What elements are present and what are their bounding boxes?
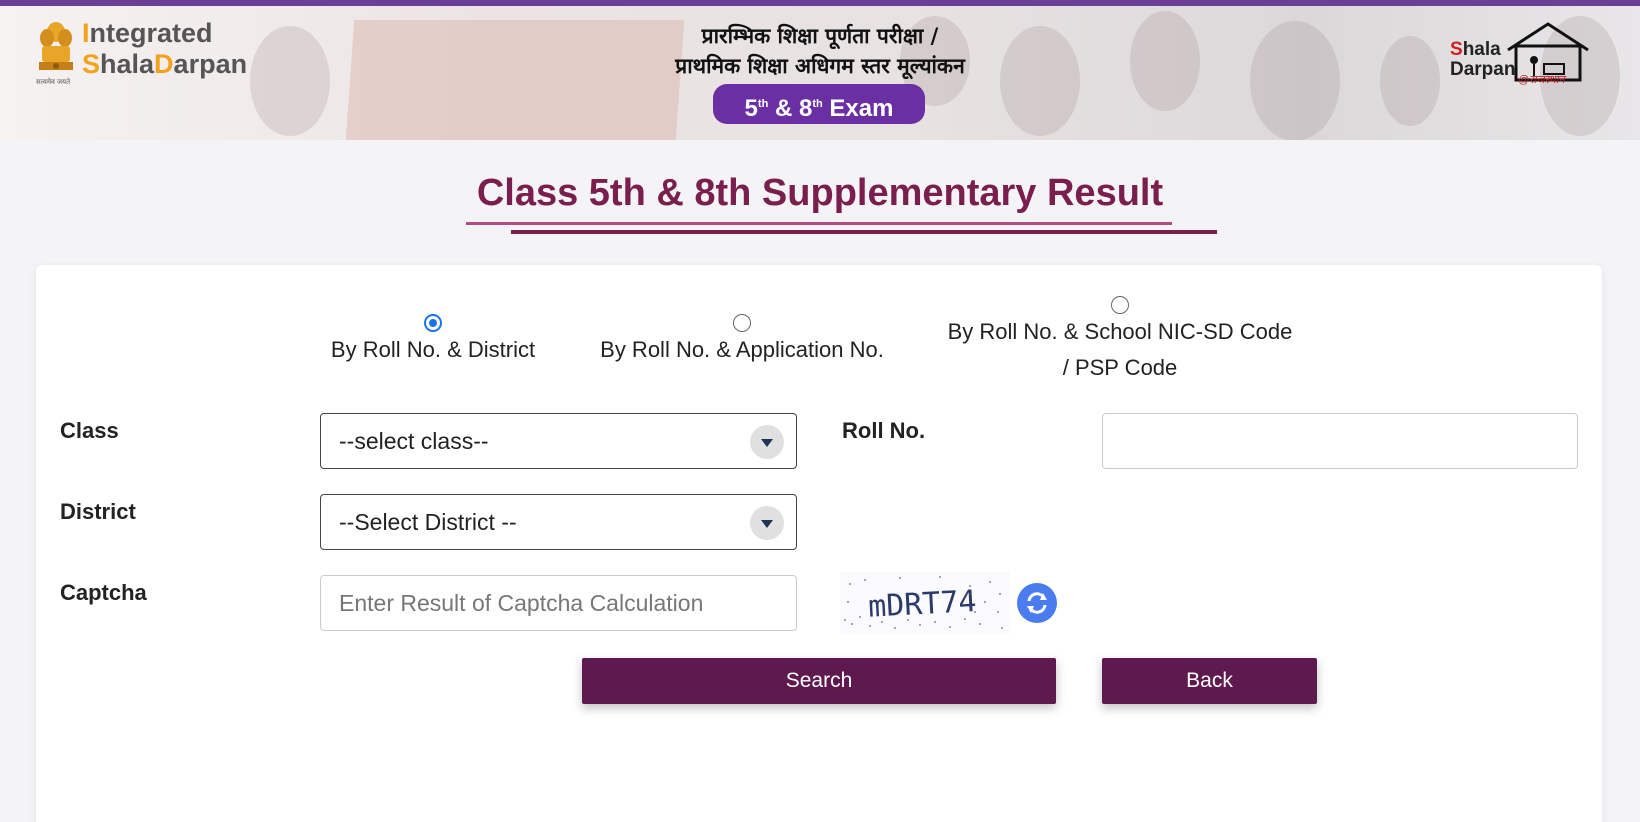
radio-label-roll-school-code-line1: By Roll No. & School NIC-SD Code xyxy=(947,319,1293,344)
header-hindi-line2: प्राथमिक शिक्षा अधिगम स्तर मूल्यांकन xyxy=(675,54,965,78)
background-person xyxy=(1380,36,1440,126)
chevron-down-icon[interactable] xyxy=(750,506,784,540)
captcha-text: mDRT74 xyxy=(867,584,977,625)
shala-darpan-subtitle: @राजस्थान xyxy=(1518,74,1565,86)
radio-option-roll-school-code[interactable]: By Roll No. & School NIC-SD Code / PSP C… xyxy=(928,296,1312,386)
district-select[interactable]: --Select District -- xyxy=(320,494,797,550)
district-select-value: --Select District -- xyxy=(339,509,517,535)
title-underline xyxy=(466,222,1172,225)
brand-initial-i: I xyxy=(82,18,90,48)
refresh-icon[interactable] xyxy=(1017,583,1057,623)
class-select-value: --select class-- xyxy=(339,428,489,454)
emblem-icon xyxy=(39,22,73,70)
search-button[interactable]: Search xyxy=(582,658,1056,704)
exam-sup-2: th xyxy=(812,98,823,110)
exam-amp: & xyxy=(774,95,793,122)
radio-label-roll-school-code-line2: / PSP Code xyxy=(1062,355,1178,380)
class-select[interactable]: --select class-- xyxy=(320,413,797,469)
title-underline-secondary xyxy=(511,230,1217,234)
chevron-down-icon[interactable] xyxy=(750,425,784,459)
radio-button-roll-application[interactable] xyxy=(733,314,751,332)
exam-word: Exam xyxy=(829,95,894,122)
exam-sup-1: th xyxy=(757,98,769,110)
background-person xyxy=(1250,21,1340,140)
brand-logo-text: Integrated ShalaDarpan xyxy=(82,18,247,80)
roll-no-input[interactable] xyxy=(1102,413,1578,469)
roll-no-label: Roll No. xyxy=(842,418,926,443)
captcha-input[interactable]: Enter Result of Captcha Calculation xyxy=(320,575,797,631)
brand-line1: ntegrated xyxy=(89,18,213,48)
captcha-label: Captcha xyxy=(60,580,147,605)
emblem-caption: सत्यमेव जयते xyxy=(36,79,71,86)
page-title: Class 5th & 8th Supplementary Result xyxy=(476,172,1164,214)
radio-button-roll-school-code[interactable] xyxy=(1111,296,1129,314)
brand-initial-d: D xyxy=(154,49,174,79)
brand-initial-s: S xyxy=(82,49,101,79)
refresh-captcha-button[interactable] xyxy=(1017,583,1057,623)
radio-label-roll-district: By Roll No. & District xyxy=(330,337,536,362)
back-button[interactable]: Back xyxy=(1102,658,1317,704)
brand-line2a: hala xyxy=(100,49,155,79)
class-label: Class xyxy=(60,418,119,443)
district-label: District xyxy=(60,499,136,524)
radio-option-roll-application[interactable]: By Roll No. & Application No. xyxy=(582,314,902,368)
shala-darpan-logo-text: Shala Darpan xyxy=(1450,40,1515,80)
background-person xyxy=(250,26,330,136)
radio-option-roll-district[interactable]: By Roll No. & District xyxy=(318,314,548,368)
exam-num-8: 8 xyxy=(798,95,813,122)
shala-rest: hala xyxy=(1462,39,1501,60)
captcha-image: mDRT74 xyxy=(840,572,1010,634)
header-hindi-line1: प्रारम्भिक शिक्षा पूर्णता परीक्षा / xyxy=(701,24,939,48)
radio-label-roll-application: By Roll No. & Application No. xyxy=(600,337,884,362)
shala-initial: S xyxy=(1450,39,1463,60)
exam-badge: 5th & 8th Exam xyxy=(713,84,925,124)
radio-button-roll-district[interactable] xyxy=(424,314,442,332)
brand-line2b: arpan xyxy=(173,49,248,79)
background-person xyxy=(1130,11,1200,111)
shala-darpan-word: Darpan xyxy=(1450,59,1516,80)
exam-num-5: 5 xyxy=(744,95,758,122)
